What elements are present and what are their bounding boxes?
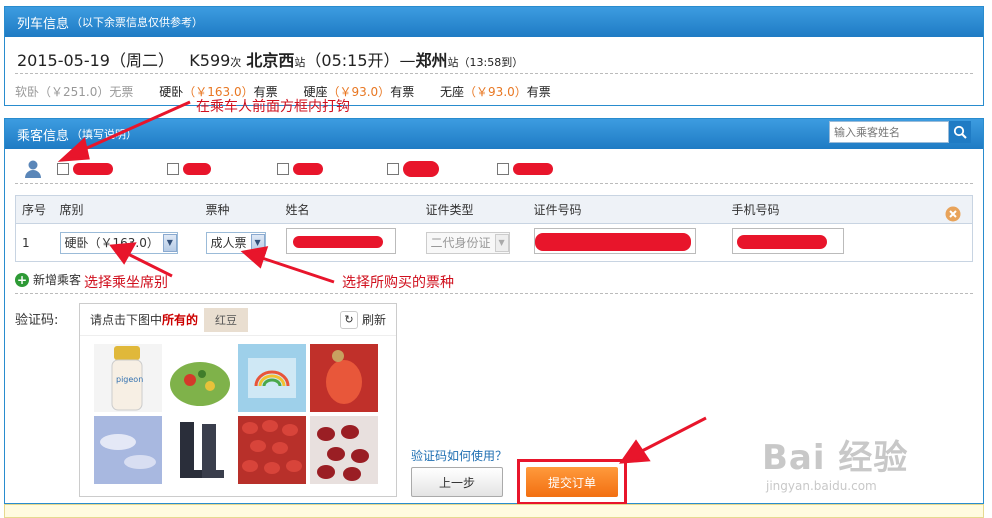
to-station: 郑州 bbox=[415, 51, 448, 70]
chevron-down-icon: ▼ bbox=[162, 233, 177, 252]
search-button[interactable] bbox=[949, 121, 971, 143]
captcha-sample-word: 红豆 bbox=[204, 307, 249, 332]
id-type-select: 二代身份证 ▼ bbox=[425, 231, 510, 254]
contact-checkbox[interactable] bbox=[497, 163, 509, 175]
travel-date: 2015-05-19（周二） bbox=[17, 51, 174, 70]
id-number-input[interactable] bbox=[533, 228, 696, 254]
submit-highlight-box: 提交订单 bbox=[517, 459, 627, 505]
col-phone: 手机号码 bbox=[725, 195, 973, 224]
captcha-widget: 请点击下图中所有的 红豆 ↻ 刷新 pigeon bbox=[79, 303, 397, 497]
search-icon bbox=[953, 125, 967, 139]
passenger-info-header: 乘客信息 （填写说明） bbox=[5, 119, 983, 149]
divider bbox=[15, 293, 973, 294]
divider bbox=[15, 183, 973, 184]
contact-checkbox[interactable] bbox=[167, 163, 179, 175]
contact-item[interactable] bbox=[167, 163, 277, 175]
captcha-tile-sky[interactable] bbox=[94, 416, 162, 484]
train-info-panel: 列车信息 （以下余票信息仅供参考） 2015-05-19（周二） K599次 北… bbox=[4, 6, 984, 106]
plus-icon: + bbox=[15, 272, 29, 287]
redacted-name bbox=[513, 163, 553, 175]
passenger-search bbox=[829, 121, 973, 143]
contact-item[interactable] bbox=[277, 163, 387, 175]
passenger-table: 序号 席别 票种 姓名 证件类型 证件号码 手机号码 1 硬卧（￥163.0） ▼… bbox=[15, 195, 973, 262]
passenger-info-title: 乘客信息 bbox=[17, 128, 70, 144]
train-number: K599 bbox=[189, 51, 231, 70]
redacted-name bbox=[403, 161, 439, 177]
annotation-choose-ticket: 选择所购买的票种 bbox=[342, 275, 454, 291]
redacted-name bbox=[293, 163, 323, 175]
captcha-tile-red-beans[interactable] bbox=[238, 416, 306, 484]
captcha-tile-rain-boots[interactable] bbox=[166, 416, 234, 484]
divider bbox=[15, 73, 973, 74]
ticket-type-select[interactable]: 成人票 ▼ bbox=[205, 231, 266, 254]
train-info-header: 列车信息 （以下余票信息仅供参考） bbox=[5, 7, 983, 37]
captcha-prompt-bar: 请点击下图中所有的 红豆 ↻ 刷新 bbox=[80, 304, 396, 336]
captcha-label: 验证码: bbox=[15, 313, 59, 328]
svg-text:pigeon: pigeon bbox=[116, 375, 143, 384]
prev-step-button[interactable]: 上一步 bbox=[411, 467, 503, 497]
train-summary: 2015-05-19（周二） K599次 北京西站（05:15开）—郑州站（13… bbox=[17, 47, 523, 71]
watermark-url: jingyan.baidu.com bbox=[766, 479, 877, 493]
refresh-icon: ↻ bbox=[339, 310, 358, 329]
contact-checkbox[interactable] bbox=[277, 163, 289, 175]
redacted-name bbox=[292, 236, 383, 248]
seat-soft-sleeper: 软卧（￥251.0）无票 bbox=[15, 85, 134, 99]
captcha-tile-baby-bottle[interactable]: pigeon bbox=[94, 344, 162, 412]
table-row: 1 硬卧（￥163.0） ▼ 成人票 ▼ 二代身份证 ▼ bbox=[15, 206, 973, 262]
contact-item[interactable] bbox=[57, 163, 167, 175]
col-seat: 席别 bbox=[53, 195, 200, 224]
arrive-time: （13:58到） bbox=[458, 56, 524, 69]
phone-input[interactable] bbox=[731, 228, 844, 254]
watermark-main: Bai 经验 bbox=[762, 438, 909, 478]
remove-row-icon[interactable] bbox=[945, 206, 961, 222]
seat-select[interactable]: 硬卧（￥163.0） ▼ bbox=[59, 231, 178, 254]
train-info-title: 列车信息 bbox=[17, 16, 70, 32]
captcha-prompt: 请点击下图中所有的 bbox=[90, 313, 199, 327]
contact-list bbox=[23, 159, 607, 179]
add-passenger-button[interactable]: + 新增乘客 bbox=[15, 271, 81, 288]
col-name: 姓名 bbox=[279, 195, 420, 224]
captcha-tile-red-bean-macro[interactable] bbox=[310, 344, 378, 412]
annotation-choose-seat: 选择乘坐席别 bbox=[84, 275, 168, 291]
contact-checkbox[interactable] bbox=[57, 163, 69, 175]
contact-item[interactable] bbox=[497, 163, 607, 175]
name-input[interactable] bbox=[285, 228, 396, 254]
col-ticket-type: 票种 bbox=[199, 195, 280, 224]
baidu-watermark: Bai 经验 jingyan.baidu.com bbox=[762, 430, 908, 493]
col-index: 序号 bbox=[15, 195, 54, 224]
contact-checkbox[interactable] bbox=[387, 163, 399, 175]
table-header-row: 序号 席别 票种 姓名 证件类型 证件号码 手机号码 bbox=[15, 195, 973, 224]
seat-standing: 无座（￥93.0）有票 bbox=[440, 85, 551, 99]
bottom-notice-strip bbox=[4, 504, 984, 518]
train-suffix: 次 bbox=[230, 56, 242, 69]
from-station-suffix: 站 bbox=[294, 56, 306, 69]
captcha-tile-red-beans-dark[interactable] bbox=[310, 416, 378, 484]
annotation-check-box: 在乘车人前面方框内打钩 bbox=[196, 99, 350, 115]
chevron-down-icon: ▼ bbox=[250, 233, 265, 252]
from-station: 北京西 bbox=[246, 51, 295, 70]
user-icon bbox=[25, 160, 41, 178]
captcha-help-link[interactable]: 验证码如何使用？ bbox=[411, 447, 507, 464]
captcha-refresh-button[interactable]: ↻ 刷新 bbox=[339, 310, 386, 329]
captcha-tile-salad[interactable] bbox=[166, 344, 234, 412]
chevron-down-icon: ▼ bbox=[494, 233, 509, 252]
captcha-tiles: pigeon bbox=[94, 344, 378, 484]
train-info-note: （以下余票信息仅供参考） bbox=[71, 16, 204, 29]
redacted-phone bbox=[736, 235, 827, 249]
submit-order-button[interactable]: 提交订单 bbox=[526, 467, 618, 497]
captcha-tile-rainbow-card[interactable] bbox=[238, 344, 306, 412]
depart-time: （05:15开）— bbox=[305, 51, 416, 70]
row-index: 1 bbox=[15, 223, 54, 262]
redacted-name bbox=[183, 163, 211, 175]
contact-item[interactable] bbox=[387, 161, 497, 177]
add-passenger-label: 新增乘客 bbox=[33, 273, 82, 287]
redacted-id bbox=[534, 233, 691, 251]
passenger-search-input[interactable] bbox=[829, 121, 949, 143]
redacted-name bbox=[73, 163, 113, 175]
col-id-number: 证件号码 bbox=[527, 195, 726, 224]
to-station-suffix: 站 bbox=[447, 56, 459, 69]
fill-instructions-link[interactable]: （填写说明） bbox=[71, 126, 137, 142]
col-id-type: 证件类型 bbox=[419, 195, 528, 224]
